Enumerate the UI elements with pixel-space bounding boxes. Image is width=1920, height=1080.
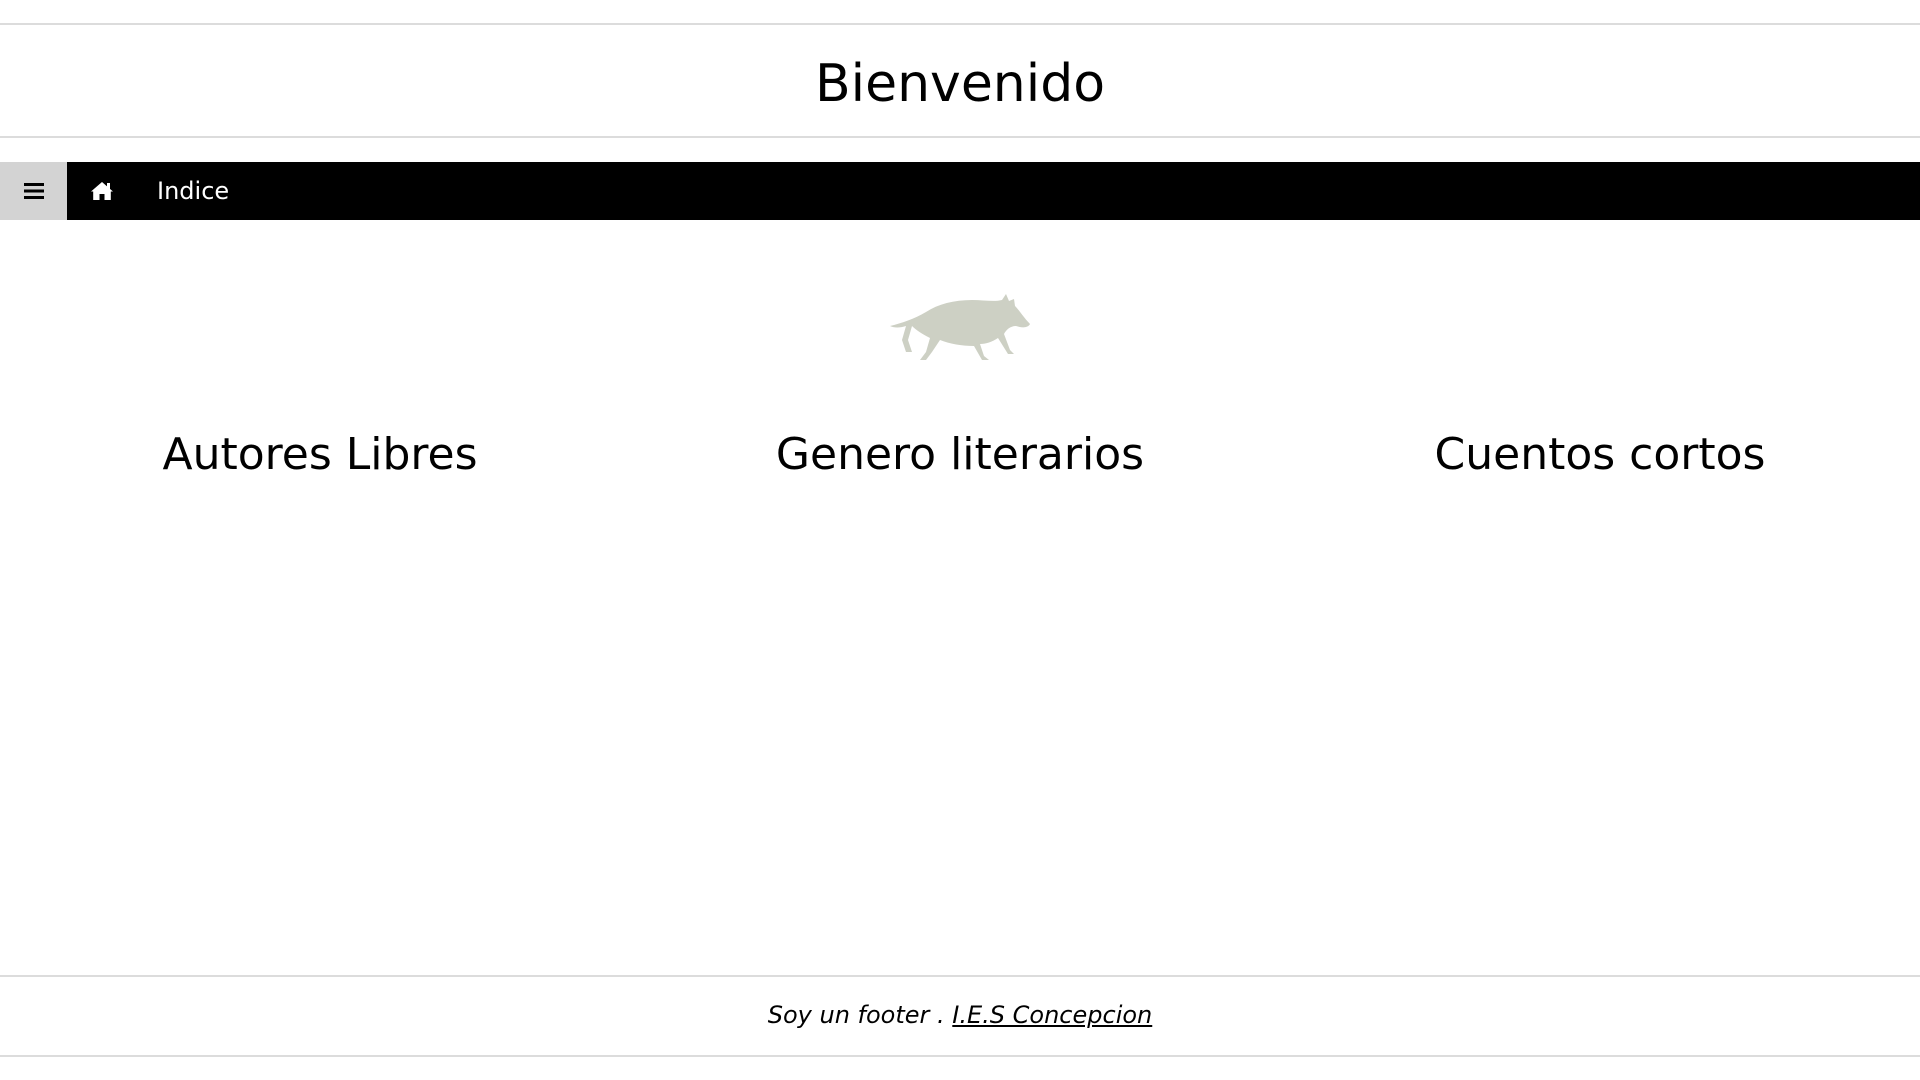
header-top-divider <box>0 23 1920 25</box>
nav-link-indice[interactable]: Indice <box>137 162 249 220</box>
footer-link-ies-concepcion[interactable]: I.E.S Concepcion <box>952 1001 1152 1029</box>
header-bottom-divider <box>0 136 1920 138</box>
section-title-autores-libres[interactable]: Autores Libres <box>0 420 640 490</box>
page: Bienvenido Indice Autores Libres Genero … <box>0 0 1920 1080</box>
home-button[interactable] <box>67 162 137 220</box>
section-genero-literarios: Genero literarios <box>640 420 1280 490</box>
section-cuentos-cortos: Cuentos cortos <box>1280 420 1920 490</box>
menu-button[interactable] <box>0 162 67 220</box>
page-title: Bienvenido <box>814 54 1106 114</box>
footer: Soy un footer . I.E.S Concepcion <box>0 990 1920 1040</box>
top-navbar: Indice <box>0 162 1920 220</box>
footer-top-divider <box>0 975 1920 977</box>
footer-text: Soy un footer . <box>767 1001 953 1029</box>
section-title-cuentos-cortos[interactable]: Cuentos cortos <box>1280 420 1920 490</box>
hamburger-menu-icon <box>23 183 44 199</box>
section-title-genero-literarios[interactable]: Genero literarios <box>640 420 1280 490</box>
footer-bottom-divider <box>0 1055 1920 1057</box>
wolf-logo-icon <box>890 294 1030 360</box>
home-icon <box>91 182 113 200</box>
sections-row: Autores Libres Genero literarios Cuentos… <box>0 420 1920 490</box>
section-autores-libres: Autores Libres <box>0 420 640 490</box>
